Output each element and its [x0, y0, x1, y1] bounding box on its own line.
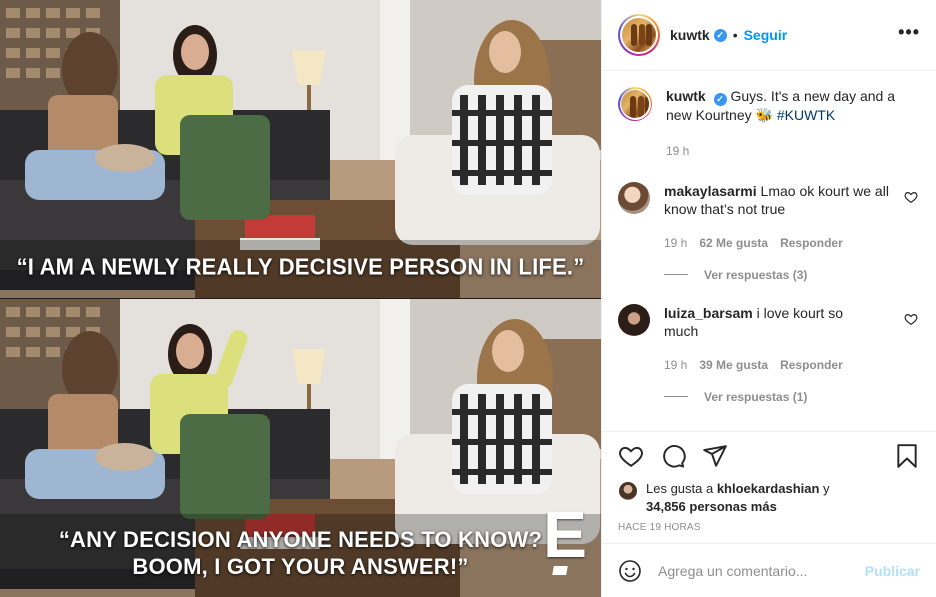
video-frame-bottom: “ANY DECISION ANYONE NEEDS TO KNOW? BOOM… [0, 299, 601, 597]
profile-avatar-image [622, 18, 656, 52]
likes-prefix: Les gusta a [646, 481, 717, 496]
add-comment-bar: Publicar [602, 543, 936, 597]
post-caption: kuwtk ✓ Guys. It's a new day and a new K… [618, 87, 920, 160]
comment-username[interactable]: makaylasarmi [664, 183, 757, 199]
caption-hashtag[interactable]: #KUWTK [777, 107, 835, 123]
profile-avatar[interactable] [618, 14, 660, 56]
video-caption-top: “I AM A NEWLY REALLY DECISIVE PERSON IN … [16, 253, 585, 280]
video-caption-bottom: “ANY DECISION ANYONE NEEDS TO KNOW? BOOM… [0, 526, 601, 580]
liker-avatar[interactable] [618, 481, 638, 501]
comment-time[interactable]: 19 h [664, 234, 687, 252]
post-time-ago[interactable]: HACE 19 HORAS [618, 522, 920, 533]
heart-icon[interactable] [618, 443, 644, 469]
view-replies-button[interactable]: Ver respuestas (3) [664, 268, 920, 282]
comment-input[interactable] [658, 562, 865, 579]
header-separator: • [732, 27, 738, 43]
likes-middle: y [819, 481, 830, 496]
publish-button[interactable]: Publicar [865, 563, 920, 579]
reply-button[interactable]: Responder [780, 356, 843, 374]
bookmark-icon[interactable] [894, 443, 920, 469]
post-side-panel: kuwtk ✓ • Seguir ••• kuwtk ✓ Guys. It's … [601, 0, 936, 597]
comment-avatar[interactable] [618, 181, 650, 214]
comment-time[interactable]: 19 h [664, 356, 687, 374]
caption-avatar[interactable] [618, 87, 652, 121]
post-media[interactable]: “I AM A NEWLY REALLY DECISIVE PERSON IN … [0, 0, 601, 597]
e-network-logo: E [543, 501, 587, 575]
header-username[interactable]: kuwtk [670, 27, 710, 43]
follow-button[interactable]: Seguir [744, 27, 788, 43]
replies-divider [664, 274, 688, 275]
comment-item: luiza_barsam i love kourt so much 19 h 3… [618, 303, 920, 374]
comment-like-heart-icon[interactable] [904, 190, 918, 204]
caption-avatar-image [621, 90, 649, 118]
comment-icon[interactable] [660, 443, 686, 469]
more-options-icon[interactable]: ••• [898, 23, 920, 43]
video-frame-top: “I AM A NEWLY REALLY DECISIVE PERSON IN … [0, 0, 601, 298]
verified-icon: ✓ [713, 92, 727, 106]
comment-likes[interactable]: 39 Me gusta [699, 356, 768, 374]
comment-avatar[interactable] [618, 303, 650, 336]
caption-time[interactable]: 19 h [666, 142, 689, 160]
post-header: kuwtk ✓ • Seguir ••• [602, 0, 936, 71]
view-replies-label[interactable]: Ver respuestas (1) [704, 390, 807, 404]
caption-username[interactable]: kuwtk [666, 88, 706, 104]
reply-button[interactable]: Responder [780, 234, 843, 252]
comment-likes[interactable]: 62 Me gusta [699, 234, 768, 252]
video-caption-bottom-line2: BOOM, I GOT YOUR ANSWER!” [132, 554, 469, 579]
comment-like-heart-icon[interactable] [904, 312, 918, 326]
emoji-icon[interactable] [618, 559, 642, 583]
likes-summary: Les gusta a khloekardashian y 34,856 per… [618, 480, 920, 516]
share-icon[interactable] [702, 443, 728, 469]
view-replies-label[interactable]: Ver respuestas (3) [704, 268, 807, 282]
verified-icon: ✓ [713, 28, 727, 42]
replies-divider [664, 396, 688, 397]
post-actions: Les gusta a khloekardashian y 34,856 per… [602, 431, 936, 543]
view-replies-button[interactable]: Ver respuestas (1) [664, 390, 920, 404]
video-caption-bottom-line1: “ANY DECISION ANYONE NEEDS TO KNOW? [58, 527, 543, 552]
liker-username[interactable]: khloekardashian [717, 481, 820, 496]
likes-count[interactable]: 34,856 personas más [646, 499, 777, 514]
comments-section[interactable]: kuwtk ✓ Guys. It's a new day and a new K… [602, 71, 936, 431]
comment-item: makaylasarmi Lmao ok kourt we all know t… [618, 181, 920, 252]
comment-username[interactable]: luiza_barsam [664, 305, 753, 321]
